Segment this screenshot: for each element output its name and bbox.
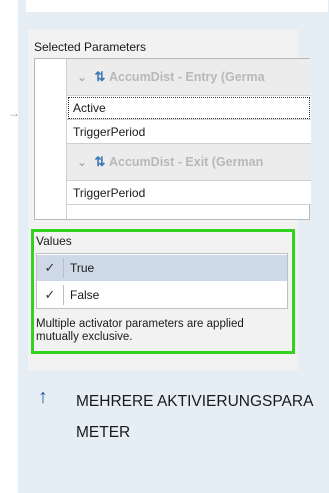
values-label: Values	[36, 234, 72, 248]
parameter-row-triggerperiod[interactable]: TriggerPeriod	[67, 120, 311, 144]
group-label: AccumDist - Exit (German	[109, 155, 264, 169]
chevron-down-icon[interactable]: ⌄	[73, 71, 91, 84]
selected-parameters-label: Selected Parameters	[34, 40, 147, 54]
chevron-down-icon[interactable]: ⌄	[73, 156, 91, 169]
current-row-arrow-icon: →	[8, 106, 20, 120]
value-label: False	[70, 288, 100, 302]
divider	[63, 258, 64, 278]
grid-row-indicator-column	[35, 59, 67, 219]
checkmark-icon[interactable]: ✓	[41, 260, 59, 276]
divider	[63, 285, 64, 305]
top-spacer	[26, 0, 328, 12]
sort-arrows-icon: ⇅	[94, 154, 106, 169]
group-label: AccumDist - Entry (Germa	[109, 70, 265, 84]
parameter-row-active[interactable]: Active	[67, 96, 311, 120]
group-row-entry[interactable]: ⌄ ⇅ AccumDist - Entry (Germa	[67, 59, 311, 96]
values-note: Multiple activator parameters are applie…	[36, 318, 244, 343]
section-heading: ↑ MEHRERE AKTIVIERUNGSPARAMETER	[38, 386, 318, 448]
checkmark-icon[interactable]: ✓	[41, 287, 59, 303]
section-heading-text: MEHRERE AKTIVIERUNGSPARAMETER	[76, 393, 314, 441]
value-label: True	[70, 261, 95, 275]
value-item-false[interactable]: ✓ False	[37, 282, 287, 308]
parameters-grid: ⌄ ⇅ AccumDist - Entry (Germa Active Trig…	[34, 58, 311, 220]
values-list: ✓ True ✓ False	[36, 253, 288, 309]
parameter-row-triggerperiod[interactable]: TriggerPeriod	[67, 181, 311, 205]
value-item-true[interactable]: ✓ True	[37, 255, 287, 281]
group-row-exit[interactable]: ⌄ ⇅ AccumDist - Exit (German	[67, 144, 311, 181]
up-arrow-icon[interactable]: ↑	[38, 386, 60, 448]
sort-arrows-icon: ⇅	[94, 69, 106, 84]
